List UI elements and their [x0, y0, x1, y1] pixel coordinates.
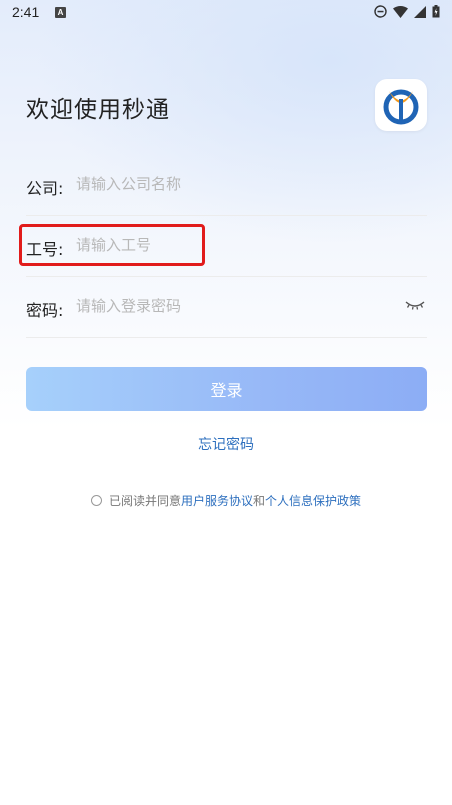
agreement-radio[interactable]	[91, 495, 102, 506]
battery-icon	[432, 5, 440, 18]
privacy-policy-link[interactable]: 个人信息保护政策	[265, 492, 361, 509]
login-button[interactable]: 登录	[26, 367, 427, 411]
user-agreement-link[interactable]: 用户服务协议	[181, 492, 253, 509]
company-input[interactable]	[76, 169, 396, 199]
highlight-box	[19, 224, 205, 266]
company-row: 公司:	[26, 155, 427, 216]
welcome-title: 欢迎使用秒通	[26, 97, 170, 123]
password-input[interactable]	[76, 291, 396, 321]
do-not-disturb-icon	[374, 5, 387, 18]
forgot-password-link[interactable]: 忘记密码	[0, 434, 452, 454]
wifi-icon	[393, 5, 408, 18]
notification-icon: A	[55, 7, 66, 18]
agreement-prefix: 已阅读并同意	[109, 494, 182, 508]
agreement-and: 和	[253, 494, 266, 508]
status-time: 2:41	[12, 4, 40, 20]
signal-icon	[414, 5, 426, 18]
password-row: 密码:	[26, 277, 427, 338]
password-label: 密码:	[26, 301, 64, 320]
system-icons	[374, 5, 440, 18]
app-logo	[375, 79, 427, 131]
agreement-row: 已阅读并同意 用户服务协议和个人信息保护政策	[91, 492, 361, 509]
status-bar: 2:41 A	[0, 0, 452, 26]
app-logo-icon	[383, 89, 419, 125]
eye-closed-icon[interactable]	[405, 299, 425, 311]
company-label: 公司:	[26, 179, 64, 198]
